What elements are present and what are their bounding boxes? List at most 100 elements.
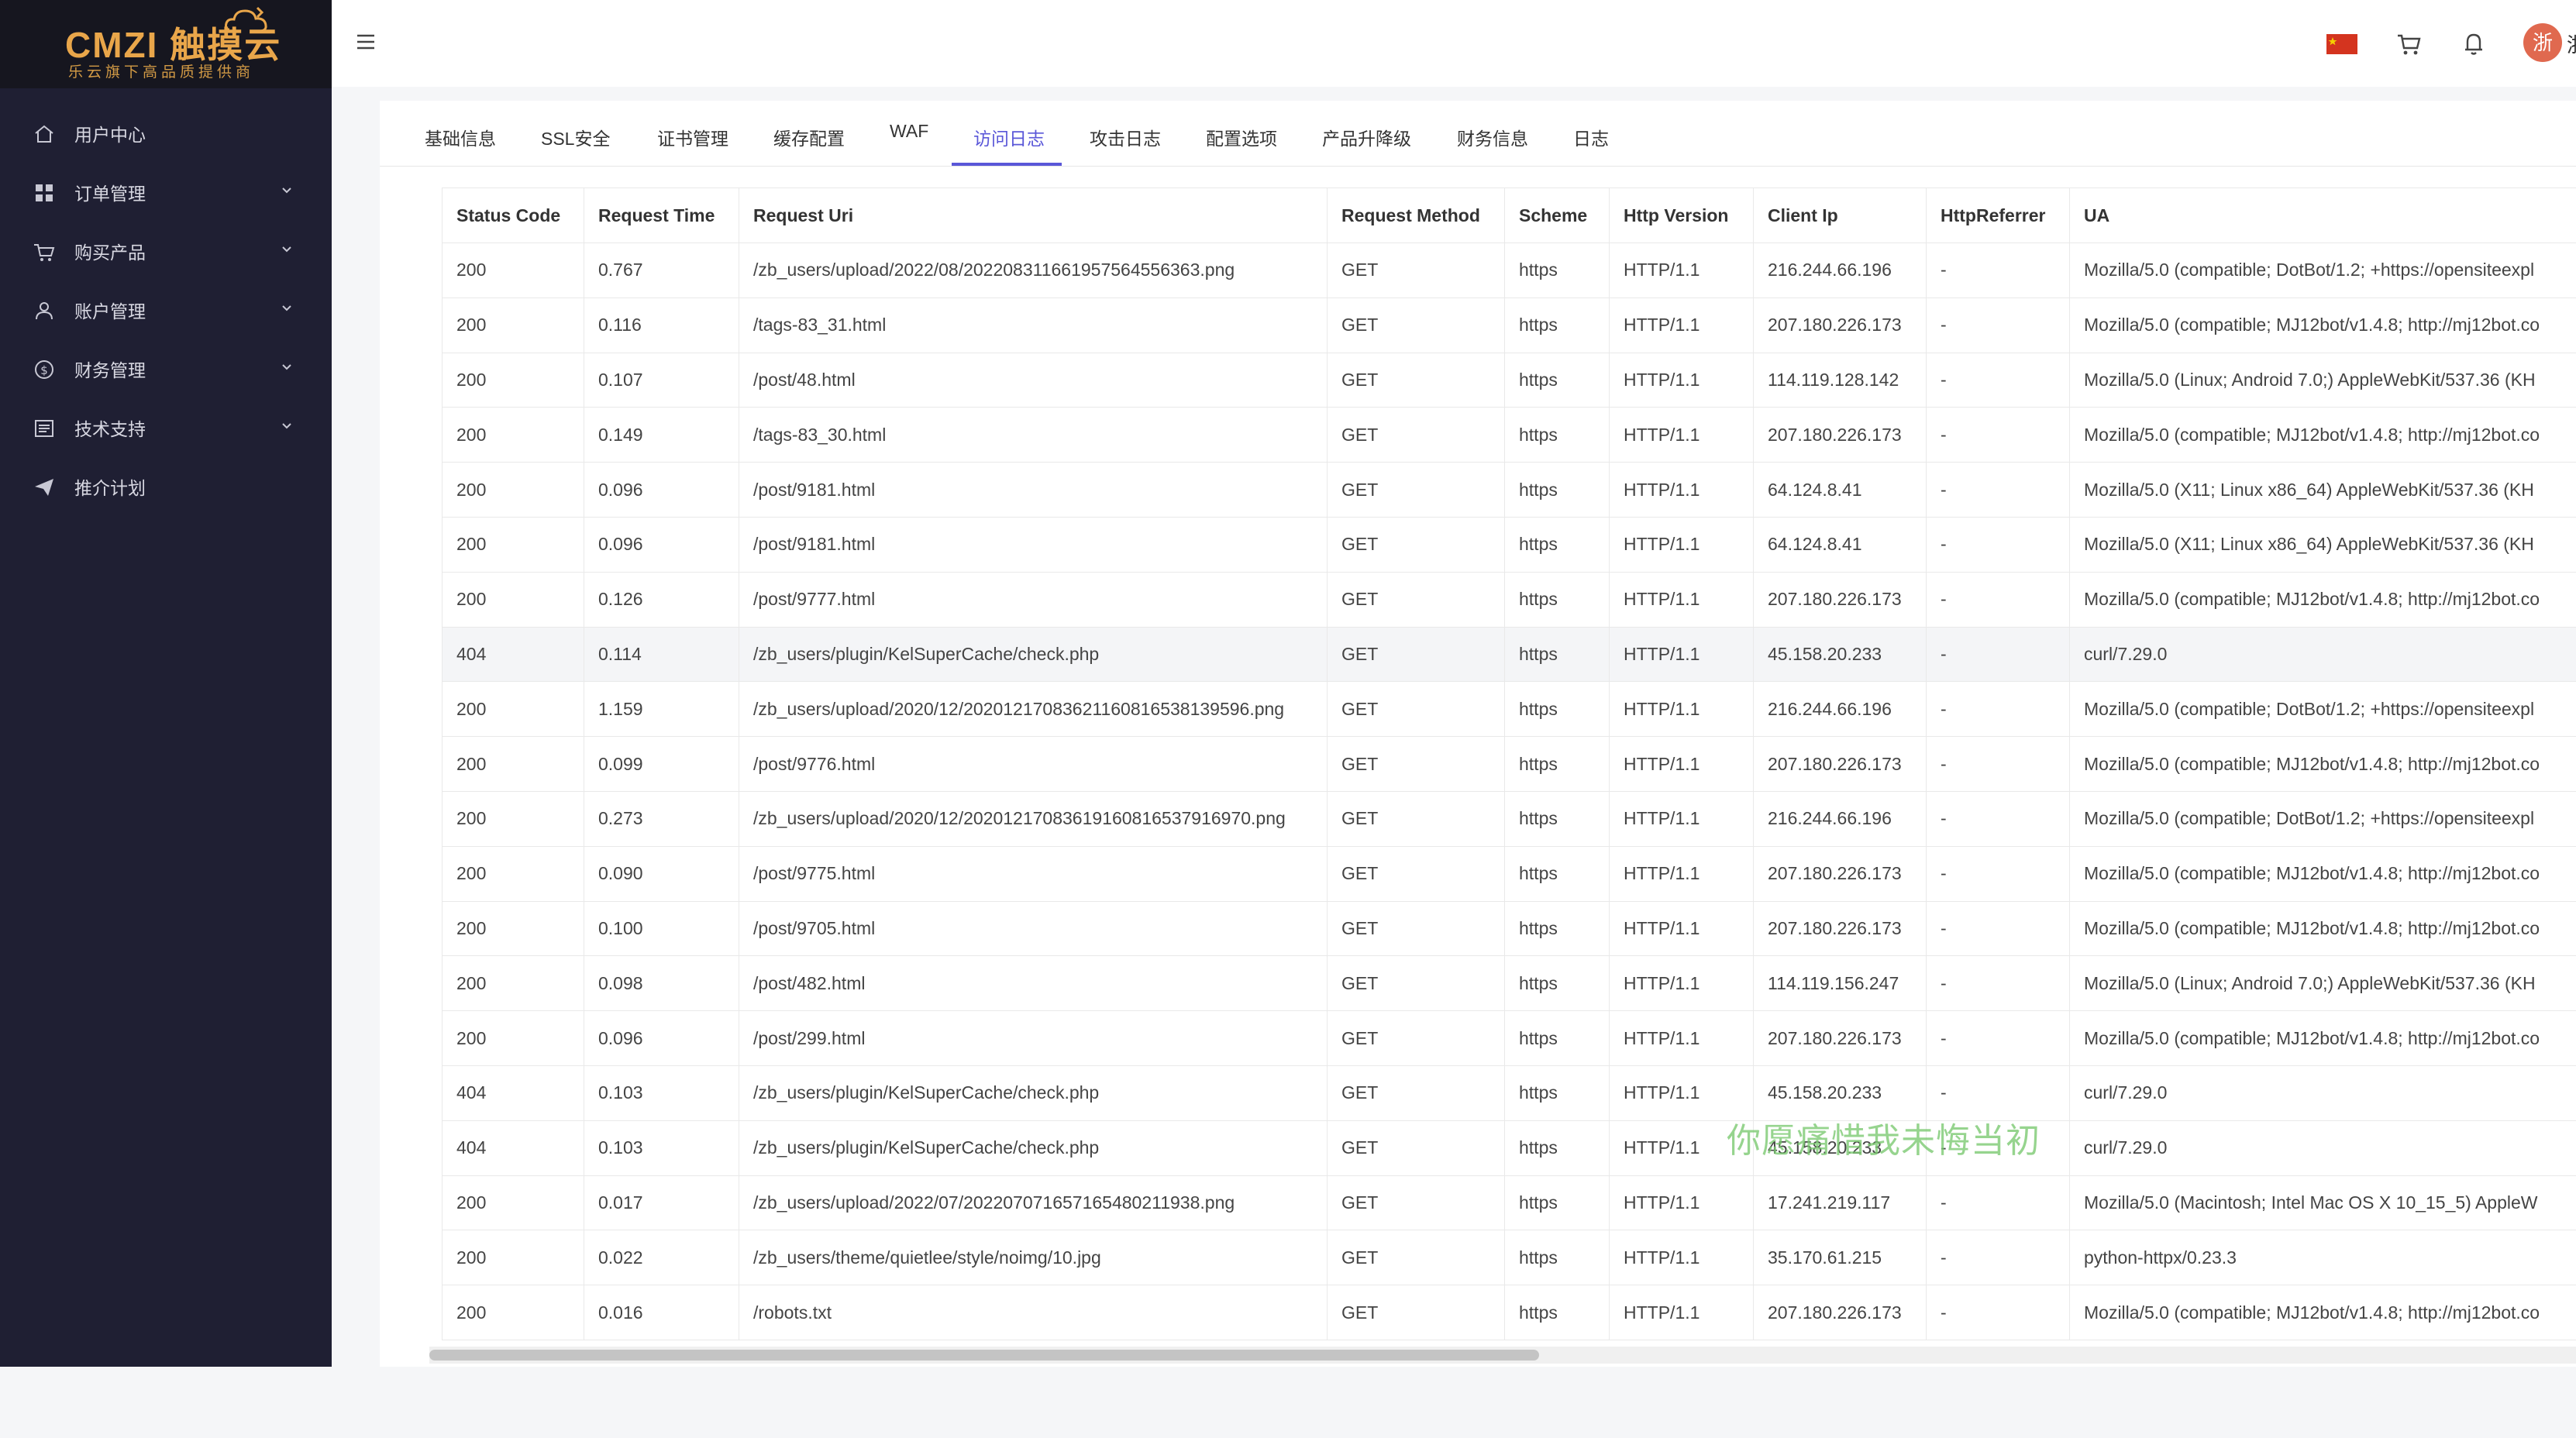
table-cell: Mozilla/5.0 (compatible; MJ12bot/v1.4.8;… [2070, 408, 2576, 463]
table-cell: - [1927, 517, 2070, 572]
table-cell: 207.180.226.173 [1754, 298, 1927, 353]
table-cell: 0.767 [584, 243, 739, 298]
table-cell: 0.096 [584, 463, 739, 518]
scrollbar-thumb[interactable] [429, 1350, 1539, 1361]
cart-icon[interactable] [2393, 28, 2424, 59]
sidebar-item-user-center[interactable]: 用户中心 [0, 104, 332, 163]
tab-logs[interactable]: 日志 [1573, 124, 1609, 150]
table-cell: HTTP/1.1 [1610, 901, 1754, 956]
table-cell: python-httpx/0.23.3 [2070, 1230, 2576, 1285]
table-cell: /post/9181.html [739, 463, 1328, 518]
table-cell: GET [1328, 1285, 1505, 1340]
table-cell: HTTP/1.1 [1610, 737, 1754, 792]
column-header[interactable]: Client Ip [1754, 188, 1927, 243]
table-cell: HTTP/1.1 [1610, 353, 1754, 408]
table-cell: https [1505, 1065, 1610, 1120]
table-cell: 0.090 [584, 846, 739, 901]
table-cell: 200 [443, 463, 584, 518]
table-cell: 207.180.226.173 [1754, 846, 1927, 901]
table-cell: 114.119.128.142 [1754, 353, 1927, 408]
table-cell: GET [1328, 1065, 1505, 1120]
table-cell: - [1927, 846, 2070, 901]
table-cell: /zb_users/plugin/KelSuperCache/check.php [739, 1120, 1328, 1175]
table-cell: HTTP/1.1 [1610, 1175, 1754, 1230]
table-cell: 200 [443, 1230, 584, 1285]
table-cell: /post/9181.html [739, 517, 1328, 572]
table-cell: HTTP/1.1 [1610, 1285, 1754, 1340]
username[interactable]: 浙 [2567, 29, 2576, 58]
sidebar-item-account[interactable]: 账户管理 [0, 280, 332, 339]
sidebar-item-label: 用户中心 [74, 120, 146, 146]
table-cell: curl/7.29.0 [2070, 1065, 2576, 1120]
hamburger-menu-icon[interactable] [355, 31, 377, 53]
sidebar-item-referral[interactable]: 推介计划 [0, 457, 332, 516]
table-cell: 200 [443, 682, 584, 737]
table-cell: GET [1328, 791, 1505, 846]
sidebar-item-tech-support[interactable]: 技术支持 [0, 398, 332, 457]
bell-icon[interactable] [2458, 28, 2489, 59]
table-cell: curl/7.29.0 [2070, 627, 2576, 682]
table-row: 2000.090/post/9775.htmlGEThttpsHTTP/1.12… [443, 846, 2576, 901]
table-cell: GET [1328, 298, 1505, 353]
table-cell: https [1505, 791, 1610, 846]
tab-certificates[interactable]: 证书管理 [657, 124, 728, 150]
table-cell: 200 [443, 956, 584, 1011]
svg-text:$: $ [40, 363, 48, 377]
table-cell: 200 [443, 791, 584, 846]
column-header[interactable]: UA [2070, 188, 2576, 243]
table-cell: 404 [443, 1120, 584, 1175]
tab-config-options[interactable]: 配置选项 [1206, 124, 1277, 150]
table-cell: - [1927, 1175, 2070, 1230]
column-header[interactable]: Status Code [443, 188, 584, 243]
column-header[interactable]: Request Uri [739, 188, 1328, 243]
table-cell: 0.016 [584, 1285, 739, 1340]
brand-logo[interactable]: CMZI 触摸云 乐云旗下高品质提供商 [0, 0, 332, 88]
sidebar-item-finance[interactable]: $ 财务管理 [0, 339, 332, 398]
tab-waf[interactable]: WAF [890, 121, 928, 142]
table-cell: 0.096 [584, 517, 739, 572]
tab-basic-info[interactable]: 基础信息 [425, 124, 496, 150]
table-cell: Mozilla/5.0 (Macintosh; Intel Mac OS X 1… [2070, 1175, 2576, 1230]
tab-finance-info[interactable]: 财务信息 [1457, 124, 1528, 150]
tab-upgrade[interactable]: 产品升降级 [1322, 124, 1411, 150]
table-cell: Mozilla/5.0 (compatible; MJ12bot/v1.4.8;… [2070, 1011, 2576, 1066]
column-header[interactable]: Http Version [1610, 188, 1754, 243]
table-cell: 64.124.8.41 [1754, 517, 1927, 572]
table-cell: /post/9776.html [739, 737, 1328, 792]
dollar-circle-icon: $ [33, 358, 56, 381]
tab-access-log[interactable]: 访问日志 [973, 124, 1045, 150]
table-cell: https [1505, 737, 1610, 792]
top-header: 浙 浙 [332, 0, 2576, 87]
home-icon [33, 122, 56, 146]
column-header[interactable]: Request Method [1328, 188, 1505, 243]
table-cell: https [1505, 846, 1610, 901]
table-cell: /post/299.html [739, 1011, 1328, 1066]
table-cell: https [1505, 572, 1610, 627]
avatar[interactable]: 浙 [2523, 23, 2562, 62]
table-cell: /post/48.html [739, 353, 1328, 408]
china-flag-icon[interactable] [2326, 28, 2357, 59]
sidebar-item-buy-products[interactable]: 购买产品 [0, 222, 332, 280]
table-cell: GET [1328, 572, 1505, 627]
sidebar-item-orders[interactable]: 订单管理 [0, 163, 332, 222]
table-cell: /zb_users/upload/2020/12/202012170836191… [739, 791, 1328, 846]
tab-ssl[interactable]: SSL安全 [541, 124, 610, 150]
access-log-table-container[interactable]: Status Code Request Time Request Uri Req… [442, 187, 2576, 1438]
table-cell: GET [1328, 243, 1505, 298]
column-header[interactable]: Request Time [584, 188, 739, 243]
horizontal-scrollbar[interactable] [429, 1347, 2576, 1364]
table-cell: - [1927, 572, 2070, 627]
column-header[interactable]: HttpReferrer [1927, 188, 2070, 243]
column-header[interactable]: Scheme [1505, 188, 1610, 243]
tab-cache-config[interactable]: 缓存配置 [773, 124, 845, 150]
table-row: 2000.116/tags-83_31.htmlGEThttpsHTTP/1.1… [443, 298, 2576, 353]
brand-tagline: 乐云旗下高品质提供商 [68, 60, 254, 81]
table-cell: https [1505, 1011, 1610, 1066]
table-cell: GET [1328, 1230, 1505, 1285]
table-cell: Mozilla/5.0 (compatible; MJ12bot/v1.4.8;… [2070, 901, 2576, 956]
chevron-down-icon [281, 184, 293, 197]
user-icon [33, 299, 56, 322]
table-cell: HTTP/1.1 [1610, 463, 1754, 518]
tab-attack-log[interactable]: 攻击日志 [1090, 124, 1161, 150]
table-cell: 114.119.156.247 [1754, 956, 1927, 1011]
